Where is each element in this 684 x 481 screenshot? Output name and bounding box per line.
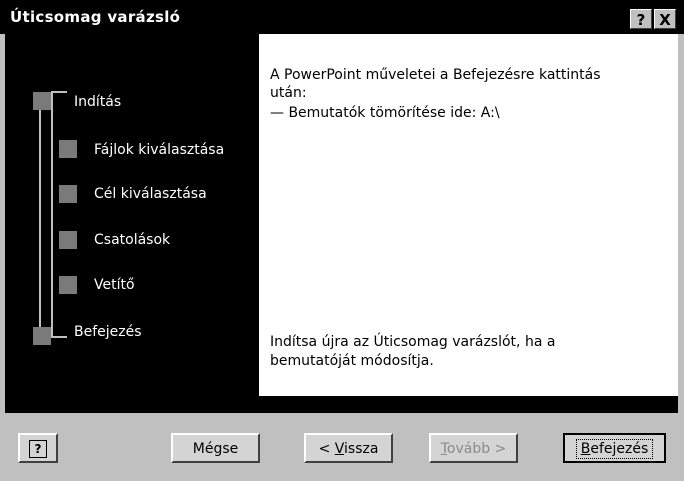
step-start[interactable]: Indítás: [74, 94, 121, 110]
connector-tick-start: [51, 91, 67, 93]
next-button[interactable]: Tovább >: [429, 433, 518, 463]
next-label-rest: ovább >: [446, 441, 507, 457]
steps-connector-outer-line: [39, 104, 41, 329]
step-marker-finish: [33, 327, 51, 345]
cancel-button[interactable]: Mégse: [171, 433, 260, 463]
intro-text-line2: után:: [270, 85, 307, 101]
action-item-text: — Bemutatók tömörítése ide: A:\: [270, 105, 500, 121]
finish-accesskey: B: [580, 441, 591, 457]
window-title: Úticsomag varázsló: [10, 8, 181, 26]
step-links[interactable]: Csatolások: [94, 232, 170, 248]
finish-focus-label: Befejezés: [575, 439, 654, 459]
step-marker-files: [59, 140, 77, 158]
steps-connector-line: [51, 92, 53, 338]
finish-button[interactable]: Befejezés: [563, 433, 666, 463]
help-button[interactable]: ?: [18, 433, 58, 463]
step-marker-viewer: [59, 276, 77, 294]
back-prefix: <: [318, 441, 335, 457]
step-marker-start: [33, 92, 51, 110]
back-button[interactable]: < Vissza: [304, 433, 393, 463]
content-bottom-strip: [5, 396, 678, 413]
wizard-window: Úticsomag varázsló ? X Indítás Fájlok ki…: [0, 0, 684, 481]
step-viewer[interactable]: Vetítő: [94, 277, 135, 293]
finish-label-rest: efejezés: [590, 441, 649, 457]
step-finish[interactable]: Befejezés: [74, 324, 142, 340]
back-label-rest: issza: [344, 441, 379, 457]
step-marker-destination: [59, 185, 77, 203]
title-help-button[interactable]: ?: [630, 9, 652, 29]
title-bar: Úticsomag varázsló ? X: [0, 0, 684, 34]
wizard-content-panel: A PowerPoint műveletei a Befejezésre kat…: [259, 34, 678, 396]
step-select-destination[interactable]: Cél kiválasztása: [94, 186, 207, 202]
close-button[interactable]: X: [654, 9, 676, 29]
footer-text-line2: bemutatóját módosítja.: [270, 353, 434, 369]
help-icon: ?: [29, 440, 47, 458]
intro-text-line1: A PowerPoint műveletei a Befejezésre kat…: [270, 67, 601, 83]
back-accesskey: V: [334, 441, 345, 457]
connector-tick-end: [51, 336, 67, 338]
wizard-steps-panel: Indítás Fájlok kiválasztása Cél kiválasz…: [5, 34, 259, 396]
step-select-files[interactable]: Fájlok kiválasztása: [94, 142, 224, 158]
step-marker-links: [59, 231, 77, 249]
footer-text-line1: Indítsa újra az Úticsomag varázslót, ha …: [270, 334, 556, 350]
